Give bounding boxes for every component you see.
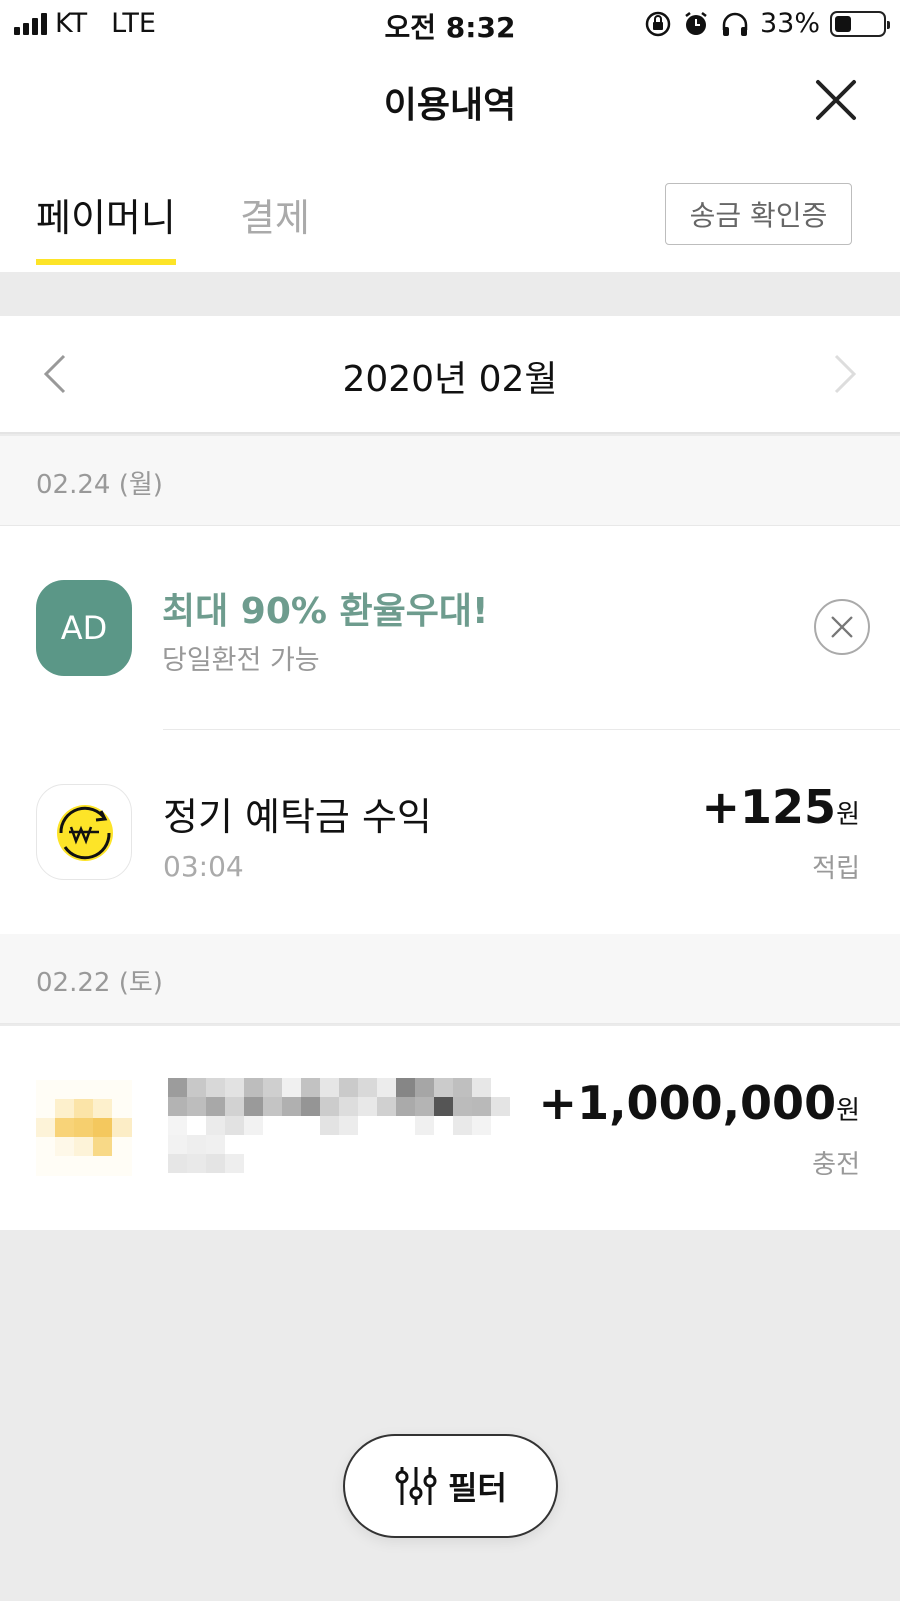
month-label: 2020년 02월 (342, 359, 558, 400)
header: 이용내역 페이머니 결제 송금 확인증 (0, 50, 900, 272)
transaction-type: 충전 (812, 1150, 860, 1180)
ad-badge-icon: AD (36, 580, 132, 676)
tab-active-indicator (36, 259, 176, 265)
transaction-amount: +1,000,000원 (539, 1076, 860, 1130)
date-label: 02.24 (월) (36, 470, 163, 500)
transaction-type: 적립 (812, 854, 860, 884)
earning-icon (36, 784, 132, 880)
transaction-time: 03:04 (163, 850, 244, 883)
headphones-icon (722, 12, 748, 36)
tab-paymoney-label: 페이머니 (36, 196, 176, 240)
filter-sliders-icon (395, 1467, 437, 1505)
ad-close-icon[interactable] (814, 599, 870, 655)
rotation-lock-icon (645, 11, 671, 36)
chevron-right-icon[interactable] (830, 352, 860, 396)
transaction-amount: +125원 (702, 780, 861, 834)
transaction-row[interactable]: +1,000,000원 충전 (0, 1026, 900, 1230)
date-header: 02.24 (월) (0, 436, 900, 526)
page-title: 이용내역 (383, 85, 517, 126)
redacted-icon (36, 1080, 132, 1176)
filter-button[interactable]: 필터 (343, 1434, 558, 1538)
amount-value: +125 (701, 780, 837, 834)
alarm-icon (685, 11, 707, 35)
transaction-name: 정기 예탁금 수익 (163, 795, 432, 839)
tab-payment-label: 결제 (240, 196, 310, 240)
status-right: 33% (644, 8, 890, 39)
battery-icon (830, 10, 890, 37)
ad-subtitle: 당일환전 가능 (162, 645, 320, 676)
ad-banner[interactable]: AD 최대 90% 환율우대! 당일환전 가능 (0, 526, 900, 730)
date-label: 02.22 (토) (36, 968, 163, 998)
amount-unit: 원 (836, 1096, 860, 1126)
date-header: 02.22 (토) (0, 934, 900, 1024)
ad-badge-label: AD (60, 609, 108, 647)
tab-paymoney[interactable]: 페이머니 (36, 187, 176, 265)
filter-label: 필터 (448, 1470, 507, 1506)
status-bar: KT LTE 오전 8:32 33% (0, 0, 900, 50)
tab-payment[interactable]: 결제 (240, 187, 310, 242)
amount-unit: 원 (836, 800, 860, 830)
battery-percent: 33% (759, 8, 820, 39)
won-cycle-icon (57, 805, 113, 861)
close-icon[interactable] (812, 76, 860, 124)
redacted-name (168, 1078, 510, 1173)
month-navigator: 2020년 02월 (0, 316, 900, 434)
transaction-row[interactable]: 정기 예탁금 수익 03:04 +125원 적립 (0, 730, 900, 934)
ad-title: 최대 90% 환율우대! (162, 591, 489, 632)
transfer-receipt-button[interactable]: 송금 확인증 (665, 183, 852, 245)
amount-value: +1,000,000 (538, 1076, 837, 1130)
